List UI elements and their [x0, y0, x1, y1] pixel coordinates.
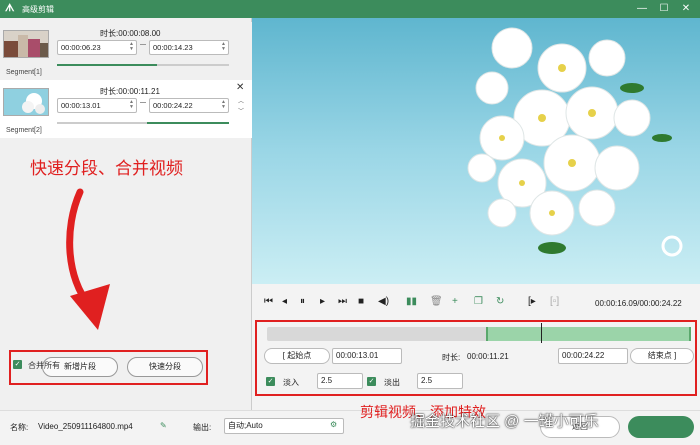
skip-to-end-icon[interactable]: ⏭: [338, 297, 347, 307]
fade-in-field[interactable]: 2.5: [317, 373, 363, 389]
fade-in-checkbox[interactable]: ✓: [266, 377, 275, 386]
segment-item-2[interactable]: Segment[2] 时长:00:00:11.21 00:00:13.01 ▲ ▼ …: [0, 80, 252, 138]
name-label: 名称:: [10, 423, 29, 432]
delete-icon[interactable]: 🗑: [430, 297, 443, 307]
set-start-button[interactable]: [ 起始点: [264, 348, 330, 364]
watermark-text: 掘金技术社区 @ 一罐小可乐: [410, 413, 599, 430]
segment-end-field[interactable]: 00:00:14.23 ▲ ▼: [149, 40, 229, 55]
output-label: 输出:: [193, 423, 212, 432]
segment-track-fill: [147, 122, 229, 124]
remove-segment-icon[interactable]: ✕: [236, 82, 244, 93]
duration-value: 00:00:11.21: [467, 352, 509, 361]
fade-in-label: 淡入: [283, 378, 299, 387]
edit-panel: [ 起始点 00:00:13.01 时长: 00:00:11.21 00:00:…: [255, 320, 697, 396]
merge-all-label: 合并所有: [28, 361, 60, 370]
mark-in-icon[interactable]: [▸: [528, 297, 536, 307]
settings-gear-icon[interactable]: ⚙: [330, 420, 337, 429]
annotation-arrow-icon: [66, 188, 110, 330]
preview-flowers-image: [467, 27, 683, 257]
spin-arrows-icon[interactable]: ▲ ▼: [129, 42, 134, 52]
annotation-split-merge: 快速分段、合并视频: [30, 159, 183, 178]
set-end-button[interactable]: 结束点 ]: [630, 348, 694, 364]
segment-label: Segment[2]: [6, 127, 42, 134]
bracket-right-icon: ]: [671, 351, 677, 360]
segment-thumbnail: [3, 30, 49, 58]
move-down-icon[interactable]: ﹀: [238, 106, 244, 115]
player-controls: ⏮ ◂ ⏸ ▸ ⏭ ■ ◀) ▮▮ 🗑 + ❐ ↻ [▸ [▫] 00:00:1…: [252, 284, 700, 320]
duration-label: 时长:: [442, 353, 461, 362]
segment-start-field[interactable]: 00:00:13.01 ▲ ▼: [57, 98, 137, 113]
end-time-field[interactable]: 00:00:24.22: [558, 348, 628, 364]
pause-icon[interactable]: ⏸: [300, 297, 305, 307]
spin-arrows-icon[interactable]: ▲ ▼: [129, 100, 134, 110]
timeline-playhead[interactable]: [541, 323, 542, 343]
file-name: Video_250911164800.mp4: [38, 422, 133, 431]
segment-panel: Segment[1] 时长:00:00:08.00 00:00:06.23 ▲ ▼ …: [0, 18, 252, 410]
title-bar: ᗑ 高级剪辑 — ☐ ✕: [0, 0, 700, 18]
segment-item-1[interactable]: Segment[1] 时长:00:00:08.00 00:00:06.23 ▲ ▼ …: [0, 22, 252, 80]
range-separator: [140, 102, 146, 103]
output-select[interactable]: 自动;Auto: [224, 418, 344, 434]
minimize-button[interactable]: —: [634, 2, 650, 16]
ok-button[interactable]: [628, 416, 694, 438]
video-preview: [252, 18, 700, 284]
fade-out-field[interactable]: 2.5: [417, 373, 463, 389]
app-logo-icon: ᗑ: [5, 3, 15, 14]
timeline-selection[interactable]: [486, 327, 691, 341]
split-icon[interactable]: ▮▮: [406, 297, 417, 307]
playback-timecode: 00:00:16.09/00:00:24.22: [595, 299, 682, 308]
skip-to-start-icon[interactable]: ⏮: [264, 297, 273, 307]
segment-label: Segment[1]: [6, 69, 42, 76]
close-button[interactable]: ✕: [678, 2, 694, 16]
reset-icon[interactable]: ↻: [496, 297, 504, 307]
spin-arrows-icon[interactable]: ▲ ▼: [221, 100, 226, 110]
quick-split-button[interactable]: 快速分段: [127, 357, 203, 377]
segment-track-fill: [57, 64, 157, 66]
stop-icon[interactable]: ■: [358, 297, 364, 307]
merge-all-checkbox[interactable]: ✓: [13, 360, 22, 369]
segment-thumbnail: [3, 88, 49, 116]
move-up-icon[interactable]: ︿: [238, 96, 244, 105]
fade-out-label: 淡出: [384, 378, 400, 387]
spin-arrows-icon[interactable]: ▲ ▼: [221, 42, 226, 52]
edit-name-icon[interactable]: ✎: [160, 421, 167, 430]
step-forward-icon[interactable]: ▸: [320, 297, 325, 307]
copy-icon[interactable]: ❐: [474, 297, 483, 307]
mark-out-icon[interactable]: [▫]: [550, 297, 559, 307]
segment-duration: 时长:00:00:11.21: [100, 87, 160, 96]
step-back-icon[interactable]: ◂: [282, 297, 287, 307]
fade-out-checkbox[interactable]: ✓: [367, 377, 376, 386]
add-icon[interactable]: +: [452, 297, 458, 307]
window-title: 高级剪辑: [22, 5, 54, 14]
start-time-field[interactable]: 00:00:13.01: [332, 348, 402, 364]
segment-duration: 时长:00:00:08.00: [100, 29, 161, 38]
maximize-button[interactable]: ☐: [656, 2, 672, 16]
range-separator: [140, 44, 146, 45]
volume-icon[interactable]: ◀): [378, 297, 389, 307]
segment-start-field[interactable]: 00:00:06.23 ▲ ▼: [57, 40, 137, 55]
segment-end-field[interactable]: 00:00:24.22 ▲ ▼: [149, 98, 229, 113]
